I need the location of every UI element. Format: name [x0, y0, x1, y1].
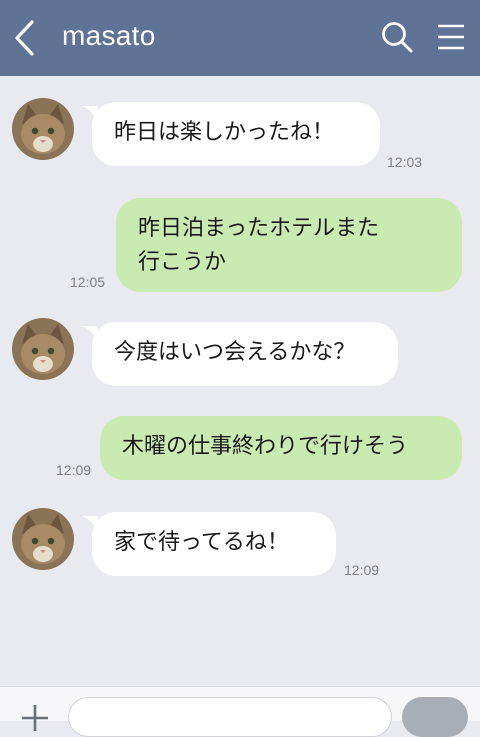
message-text: 家で待ってるね！ — [114, 530, 289, 555]
message-text: 今度はいつ会えるかな？ — [114, 340, 356, 365]
message-input-bar — [0, 686, 480, 737]
message-bubble-incoming[interactable]: 今度はいつ会えるかな？ — [92, 322, 398, 386]
chat-title: masato — [62, 20, 156, 51]
message-time: 12:03 — [387, 154, 423, 170]
avatar[interactable] — [12, 318, 74, 380]
search-icon[interactable] — [380, 20, 414, 54]
message-time: 12:09 — [56, 462, 92, 478]
message-bubble-incoming[interactable]: 昨日は楽しかったね！ — [92, 102, 380, 166]
back-icon[interactable] — [12, 18, 36, 58]
message-bubble-incoming[interactable]: 家で待ってるね！ — [92, 512, 336, 576]
send-button[interactable] — [402, 697, 468, 737]
chat-header: masato — [0, 0, 480, 76]
plus-icon[interactable] — [20, 703, 50, 733]
message-bubble-outgoing[interactable]: 昨日泊まったホテルまた 行こうか — [116, 198, 462, 292]
message-text: 木曜の仕事終わりで行けそう — [122, 434, 409, 459]
message-text-line-2: 行こうか — [138, 250, 227, 275]
message-time: 12:09 — [344, 562, 380, 578]
message-input[interactable] — [68, 697, 392, 737]
message-list[interactable]: 昨日は楽しかったね！ 12:03 昨日泊まったホテルまた 行こうか 12:05 … — [0, 76, 480, 686]
message-time: 12:05 — [70, 274, 106, 290]
avatar[interactable] — [12, 508, 74, 570]
message-text: 昨日は楽しかったね！ — [114, 120, 335, 145]
message-bubble-outgoing[interactable]: 木曜の仕事終わりで行けそう — [100, 416, 462, 480]
message-text-line-1: 昨日泊まったホテルまた — [138, 216, 380, 241]
avatar[interactable] — [12, 98, 74, 160]
menu-icon[interactable] — [436, 22, 466, 52]
